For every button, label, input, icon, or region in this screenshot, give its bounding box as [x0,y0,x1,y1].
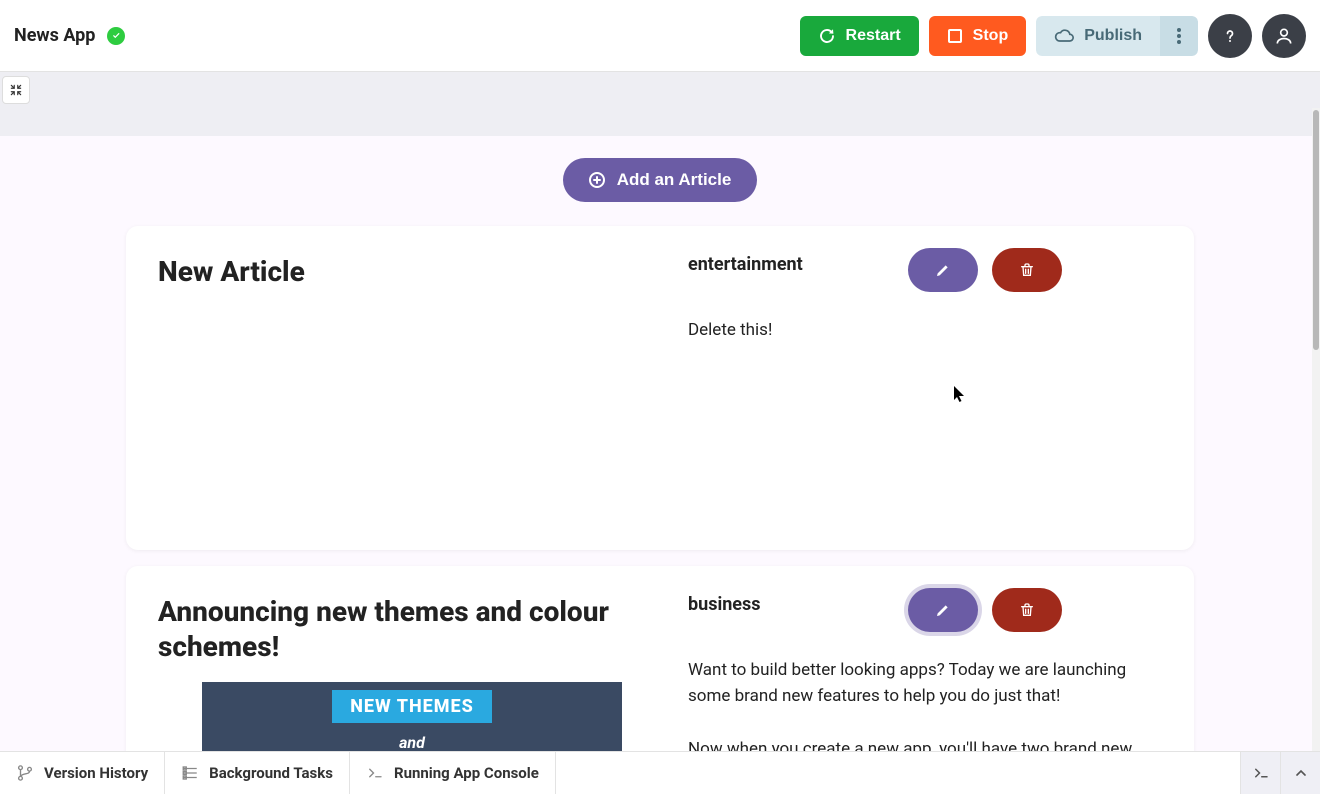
stop-button[interactable]: Stop [929,16,1027,56]
image-text: NEW THEMES [332,690,492,723]
publish-button[interactable]: Publish [1036,16,1160,56]
account-button[interactable] [1262,14,1306,58]
plus-circle-icon [589,172,605,188]
restart-label: Restart [846,27,901,45]
status-ok-badge [107,27,125,45]
design-strip [0,72,1320,108]
article-body-p: Now when you create a new app, you'll ha… [688,736,1162,751]
expand-panel-button[interactable] [1280,752,1320,794]
pencil-icon [935,262,951,278]
publish-more-button[interactable] [1160,16,1198,56]
header-actions: Restart Stop Publish [800,14,1306,58]
stack-icon [181,764,199,782]
edit-article-button[interactable] [908,588,978,632]
add-article-label: Add an Article [617,170,732,190]
help-button[interactable] [1208,14,1252,58]
terminal-icon [366,764,384,782]
trash-icon [1019,602,1035,618]
article-body: Delete this! [688,317,1162,343]
collapse-button[interactable] [2,76,30,104]
restart-button[interactable]: Restart [800,16,919,56]
tab-version-history[interactable]: Version History [0,752,165,794]
article-body: Want to build better looking apps? Today… [688,657,1162,751]
tab-running-console[interactable]: Running App Console [350,752,556,794]
trash-icon [1019,262,1035,278]
tab-label: Running App Console [394,764,539,782]
more-vert-icon [1177,28,1181,44]
bottom-bar: Version History Background Tasks Running… [0,751,1320,794]
collapse-icon [9,83,23,97]
app-header: News App Restart Stop Publish [0,0,1320,72]
article-card: Announcing new themes and colour schemes… [126,566,1194,751]
stop-label: Stop [973,27,1009,45]
image-text: and [399,733,425,752]
article-title: Announcing new themes and colour schemes… [158,594,668,664]
prompt-icon [1252,764,1270,782]
article-title: New Article [158,254,668,289]
stop-icon [947,28,963,44]
delete-article-button[interactable] [992,588,1062,632]
app-title: News App [14,25,95,46]
check-icon [111,30,122,41]
app-viewport: Add an Article New Article entertainment… [0,108,1320,751]
pencil-icon [935,602,951,618]
article-card: New Article entertainment Delete this! [126,226,1194,550]
cloud-upload-icon [1054,26,1074,46]
tab-label: Version History [44,764,148,782]
edit-article-button[interactable] [908,248,978,292]
tab-label: Background Tasks [209,764,333,782]
open-console-button[interactable] [1240,752,1280,794]
publish-label: Publish [1084,27,1142,45]
add-article-button[interactable]: Add an Article [563,158,758,202]
branch-icon [16,764,34,782]
refresh-icon [818,27,836,45]
article-body-p: Want to build better looking apps? Today… [688,657,1162,710]
user-icon [1274,26,1294,46]
delete-article-button[interactable] [992,248,1062,292]
help-icon [1220,26,1240,46]
tab-background-tasks[interactable]: Background Tasks [165,752,350,794]
chevron-up-icon [1293,765,1309,781]
article-image: NEW THEMES and COLOUR SCHEMES [202,682,622,751]
publish-group: Publish [1036,16,1198,56]
